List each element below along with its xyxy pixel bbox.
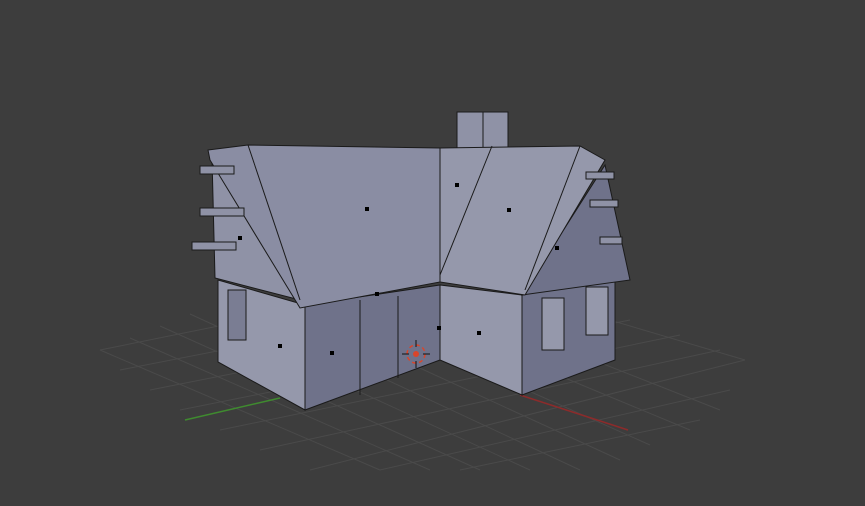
y-axis-line (184, 397, 281, 421)
window-right-b (585, 286, 609, 336)
window-left (227, 289, 247, 341)
viewport-canvas[interactable] (0, 0, 865, 506)
window-right-a (541, 297, 565, 351)
3d-viewport[interactable] (0, 0, 865, 506)
right-wing-front (439, 284, 523, 396)
house-mesh[interactable] (191, 111, 631, 411)
